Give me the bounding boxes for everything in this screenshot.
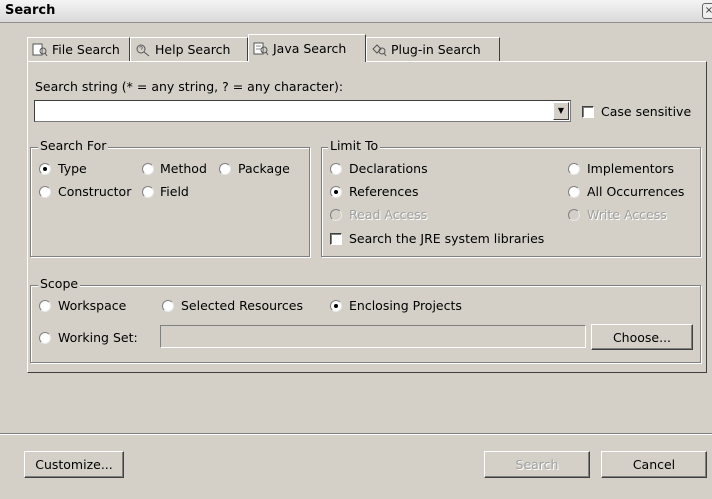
radio-write-access-label: Write Access bbox=[587, 207, 667, 222]
radio-package-label: Package bbox=[238, 161, 290, 176]
tab-label: Java Search bbox=[273, 41, 347, 56]
radio-field[interactable] bbox=[142, 186, 154, 198]
case-sensitive-label: Case sensitive bbox=[601, 104, 692, 119]
radio-selected-resources[interactable] bbox=[162, 300, 174, 312]
radio-method-label: Method bbox=[160, 161, 207, 176]
tab-label: File Search bbox=[52, 42, 120, 57]
radio-type-label: Type bbox=[58, 161, 87, 176]
radio-workspace-label: Workspace bbox=[58, 298, 127, 313]
radio-read-access-label: Read Access bbox=[349, 207, 428, 222]
radio-implementors[interactable] bbox=[568, 163, 580, 175]
limit-to-legend: Limit To bbox=[328, 138, 381, 153]
cancel-button[interactable]: Cancel bbox=[601, 451, 707, 478]
radio-references[interactable] bbox=[330, 186, 342, 198]
radio-all-occurrences[interactable] bbox=[568, 186, 580, 198]
radio-enclosing-projects[interactable] bbox=[330, 300, 342, 312]
jre-libraries-checkbox[interactable] bbox=[330, 233, 342, 245]
help-search-icon bbox=[136, 44, 150, 56]
search-for-legend: Search For bbox=[38, 138, 109, 153]
radio-constructor-label: Constructor bbox=[58, 184, 132, 199]
search-string-input[interactable] bbox=[34, 100, 571, 122]
tab-help-search[interactable]: Help Search bbox=[130, 37, 248, 61]
search-string-label: Search string (* = any string, ? = any c… bbox=[35, 79, 344, 94]
customize-button[interactable]: Customize... bbox=[24, 451, 124, 478]
radio-all-occurrences-label: All Occurrences bbox=[587, 184, 685, 199]
radio-working-set-label: Working Set: bbox=[58, 330, 138, 345]
radio-constructor[interactable] bbox=[39, 186, 51, 198]
plugin-search-icon bbox=[372, 43, 387, 56]
radio-selected-resources-label: Selected Resources bbox=[181, 298, 303, 313]
radio-declarations-label: Declarations bbox=[349, 161, 428, 176]
title-bar: Search × bbox=[0, 0, 712, 23]
search-button: Search bbox=[484, 451, 590, 478]
radio-read-access bbox=[330, 209, 342, 221]
radio-method[interactable] bbox=[142, 163, 154, 175]
tab-label: Help Search bbox=[155, 42, 231, 57]
radio-implementors-label: Implementors bbox=[587, 161, 674, 176]
radio-type[interactable] bbox=[39, 163, 51, 175]
radio-field-label: Field bbox=[160, 184, 189, 199]
scope-legend: Scope bbox=[38, 276, 81, 291]
radio-package[interactable] bbox=[219, 163, 231, 175]
tab-file-search[interactable]: File Search bbox=[27, 37, 130, 61]
footer-separator bbox=[0, 433, 712, 435]
radio-declarations[interactable] bbox=[330, 163, 342, 175]
radio-workspace[interactable] bbox=[39, 300, 51, 312]
chevron-down-icon[interactable]: ▼ bbox=[553, 102, 569, 120]
working-set-field[interactable] bbox=[160, 325, 586, 348]
close-icon[interactable]: × bbox=[702, 3, 712, 19]
file-search-icon bbox=[32, 43, 48, 56]
tab-label: Plug-in Search bbox=[391, 42, 481, 57]
tab-java-search[interactable]: Java Search bbox=[248, 34, 366, 62]
radio-references-label: References bbox=[349, 184, 419, 199]
radio-working-set[interactable] bbox=[39, 332, 51, 344]
window-title: Search bbox=[5, 3, 56, 18]
java-search-icon bbox=[253, 42, 269, 55]
choose-button[interactable]: Choose... bbox=[591, 324, 693, 350]
radio-write-access bbox=[568, 209, 580, 221]
jre-libraries-label: Search the JRE system libraries bbox=[349, 231, 545, 246]
radio-enclosing-projects-label: Enclosing Projects bbox=[349, 298, 462, 313]
case-sensitive-checkbox[interactable] bbox=[582, 106, 594, 118]
tab-plugin-search[interactable]: Plug-in Search bbox=[366, 37, 500, 61]
